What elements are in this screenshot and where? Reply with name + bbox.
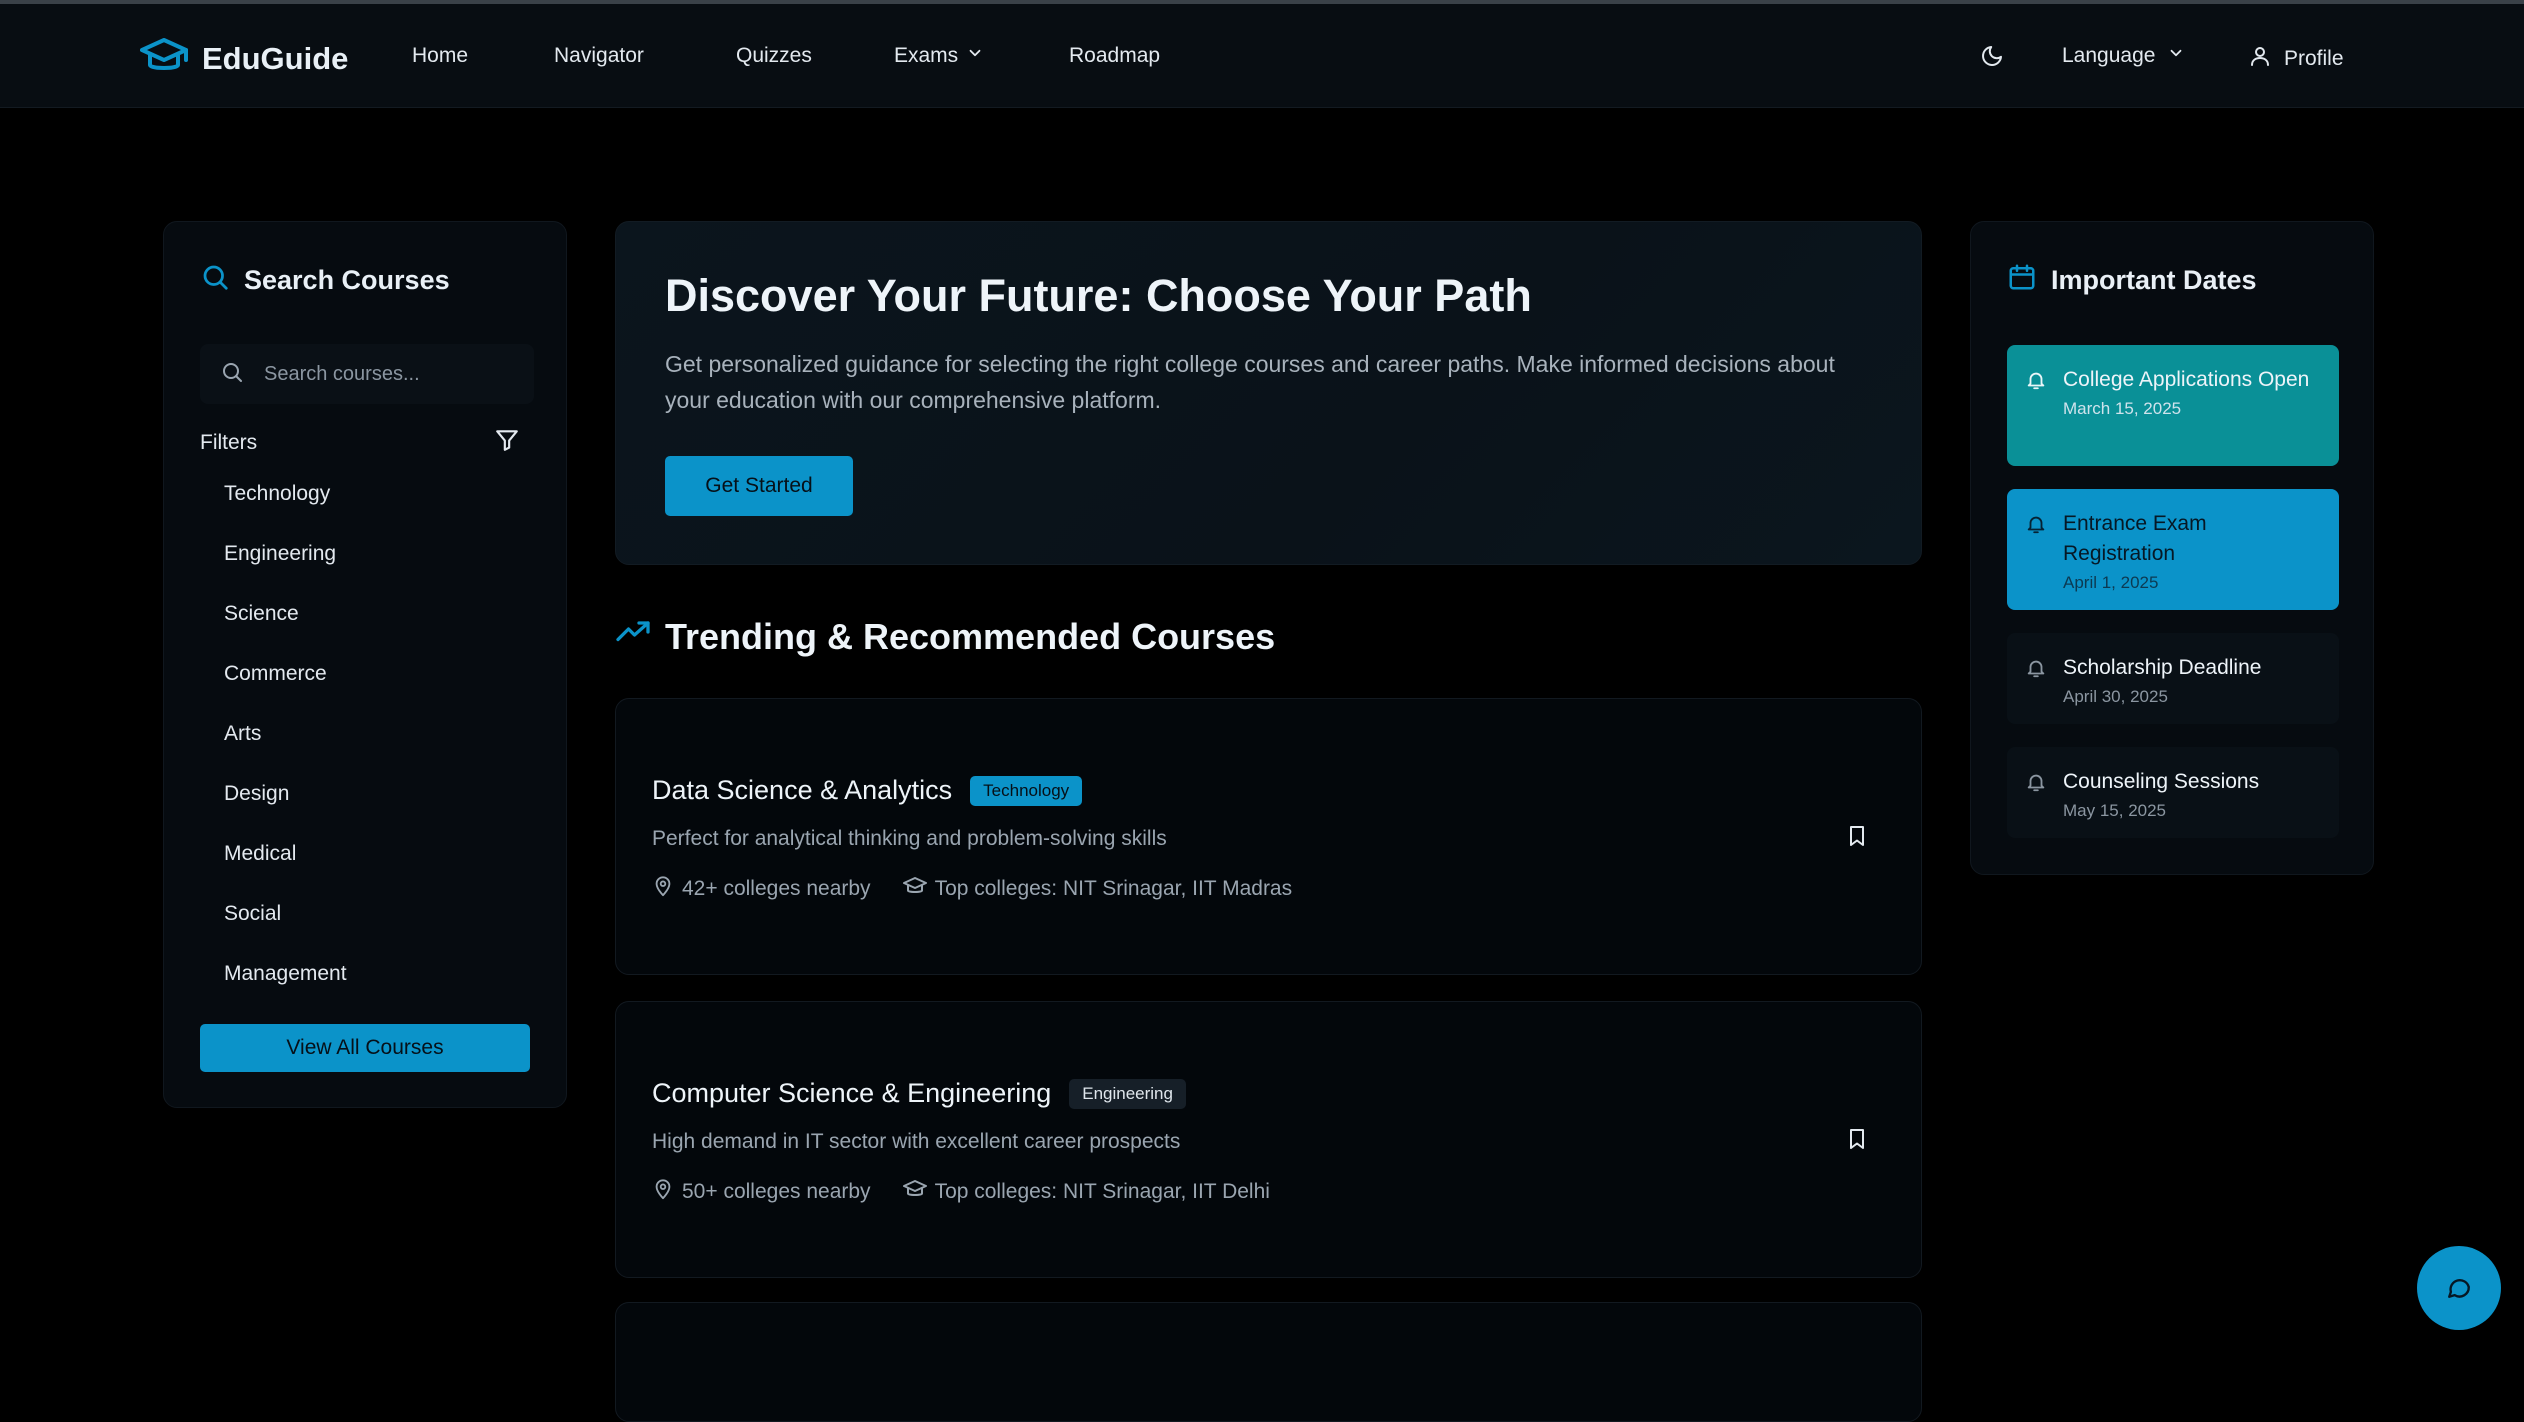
date-value: April 30, 2025: [2063, 687, 2168, 706]
graduation-cap-icon: [902, 875, 927, 903]
course-meta: 50+ colleges nearby Top colleges: NIT Sr…: [652, 1178, 1270, 1206]
trending-up-icon: [615, 614, 651, 659]
hero-description: Get personalized guidance for selecting …: [665, 351, 1835, 413]
bookmark-icon[interactable]: [1845, 1126, 1869, 1157]
language-label: Language: [2062, 44, 2156, 67]
date-card-counseling[interactable]: Counseling Sessions May 15, 2025: [2007, 747, 2339, 838]
filter-design[interactable]: Design: [224, 782, 289, 806]
brand-logo-link[interactable]: EduGuide: [140, 36, 348, 81]
bell-icon: [2025, 369, 2047, 446]
date-title: College Applications Open: [2063, 368, 2310, 391]
course-card[interactable]: [615, 1302, 1922, 1422]
trending-title: Trending & Recommended Courses: [665, 615, 1276, 657]
bell-icon: [2025, 513, 2047, 590]
date-text: College Applications Open March 15, 2025: [2063, 365, 2309, 446]
date-card-college-applications[interactable]: College Applications Open March 15, 2025: [2007, 345, 2339, 466]
search-courses-input[interactable]: [262, 361, 512, 387]
language-dropdown[interactable]: Language: [2062, 44, 2185, 68]
date-card-entrance-exam[interactable]: Entrance Exam Registration April 1, 2025: [2007, 489, 2339, 610]
date-value: May 15, 2025: [2063, 801, 2167, 820]
graduation-cap-icon: [902, 1178, 927, 1206]
filter-science[interactable]: Science: [224, 602, 299, 626]
nav-home-link[interactable]: Home: [412, 44, 468, 68]
view-all-courses-button[interactable]: View All Courses: [200, 1024, 530, 1072]
course-title: Computer Science & Engineering: [652, 1078, 1052, 1108]
top-navigation-bar: EduGuide Home Navigator Quizzes Exams Ro…: [0, 0, 2524, 108]
theme-toggle-button[interactable]: [1980, 44, 2004, 74]
hero-banner: Discover Your Future: Choose Your Path G…: [615, 221, 1922, 565]
bell-icon: [2025, 657, 2047, 704]
profile-label: Profile: [2284, 47, 2344, 70]
chat-bubble-icon: [2446, 1274, 2472, 1303]
important-dates-panel: Important Dates College Applications Ope…: [1970, 221, 2374, 875]
date-title: Scholarship Deadline: [2063, 656, 2262, 679]
brand-name: EduGuide: [202, 40, 349, 76]
filter-icon[interactable]: [494, 427, 520, 458]
date-text: Entrance Exam Registration April 1, 2025: [2063, 509, 2321, 592]
nav-navigator-link[interactable]: Navigator: [554, 44, 644, 68]
search-courses-heading: Search Courses: [200, 262, 450, 299]
user-icon: [2248, 44, 2272, 74]
filter-social[interactable]: Social: [224, 902, 281, 926]
moon-icon: [1980, 44, 2004, 74]
get-started-button[interactable]: Get Started: [665, 456, 853, 516]
course-category-badge: Engineering: [1069, 1078, 1186, 1109]
course-card[interactable]: Computer Science & Engineering Engineeri…: [615, 1001, 1922, 1278]
course-title: Data Science & Analytics: [652, 775, 953, 805]
search-courses-panel: Search Courses Filters Technology Engine…: [163, 221, 567, 1108]
filter-medical[interactable]: Medical: [224, 842, 296, 866]
map-pin-icon: [652, 1178, 674, 1206]
filter-commerce[interactable]: Commerce: [224, 662, 327, 686]
chevron-down-icon: [2167, 44, 2185, 68]
course-header: Computer Science & Engineering Engineeri…: [652, 1078, 1186, 1109]
date-title: Counseling Sessions: [2063, 770, 2260, 793]
course-card[interactable]: Data Science & Analytics Technology Perf…: [615, 698, 1922, 975]
date-text: Counseling Sessions May 15, 2025: [2063, 767, 2260, 820]
chat-button[interactable]: [2417, 1246, 2501, 1330]
graduation-cap-icon: [140, 36, 188, 81]
course-header: Data Science & Analytics Technology: [652, 775, 1083, 806]
date-value: March 15, 2025: [2063, 399, 2182, 418]
search-icon: [200, 262, 230, 299]
profile-button[interactable]: Profile: [2248, 44, 2344, 74]
calendar-icon: [2007, 262, 2037, 299]
bell-icon: [2025, 771, 2047, 818]
colleges-nearby: 50+ colleges nearby: [682, 1180, 871, 1203]
nav-exams-label: Exams: [894, 44, 959, 67]
course-category-badge: Technology: [970, 775, 1083, 806]
nav-quizzes-link[interactable]: Quizzes: [736, 44, 812, 68]
nav-exams-dropdown[interactable]: Exams: [894, 44, 984, 68]
trending-heading: Trending & Recommended Courses: [615, 614, 1275, 659]
filter-technology[interactable]: Technology: [224, 482, 330, 506]
course-description: Perfect for analytical thinking and prob…: [652, 827, 1167, 850]
top-colleges: Top colleges: NIT Srinagar, IIT Madras: [934, 877, 1293, 900]
top-colleges: Top colleges: NIT Srinagar, IIT Delhi: [934, 1180, 1270, 1203]
colleges-nearby: 42+ colleges nearby: [682, 877, 871, 900]
search-box: [200, 344, 534, 404]
search-courses-title: Search Courses: [244, 265, 450, 295]
chevron-down-icon: [966, 44, 984, 68]
filter-management[interactable]: Management: [224, 962, 347, 986]
course-description: High demand in IT sector with excellent …: [652, 1130, 1181, 1153]
important-dates-title: Important Dates: [2051, 265, 2257, 295]
search-icon: [220, 360, 244, 389]
bookmark-icon[interactable]: [1845, 823, 1869, 854]
map-pin-icon: [652, 875, 674, 903]
filter-engineering[interactable]: Engineering: [224, 542, 336, 566]
date-title: Entrance Exam Registration: [2063, 512, 2207, 565]
course-meta: 42+ colleges nearby Top colleges: NIT Sr…: [652, 875, 1292, 903]
hero-title: Discover Your Future: Choose Your Path: [665, 270, 1532, 321]
important-dates-heading: Important Dates: [2007, 262, 2257, 299]
nav-roadmap-link[interactable]: Roadmap: [1069, 44, 1160, 68]
filter-arts[interactable]: Arts: [224, 722, 261, 746]
filters-label: Filters: [200, 430, 258, 454]
date-card-scholarship[interactable]: Scholarship Deadline April 30, 2025: [2007, 633, 2339, 724]
date-text: Scholarship Deadline April 30, 2025: [2063, 653, 2262, 706]
date-value: April 1, 2025: [2063, 573, 2159, 592]
filters-header: Filters: [200, 427, 534, 458]
